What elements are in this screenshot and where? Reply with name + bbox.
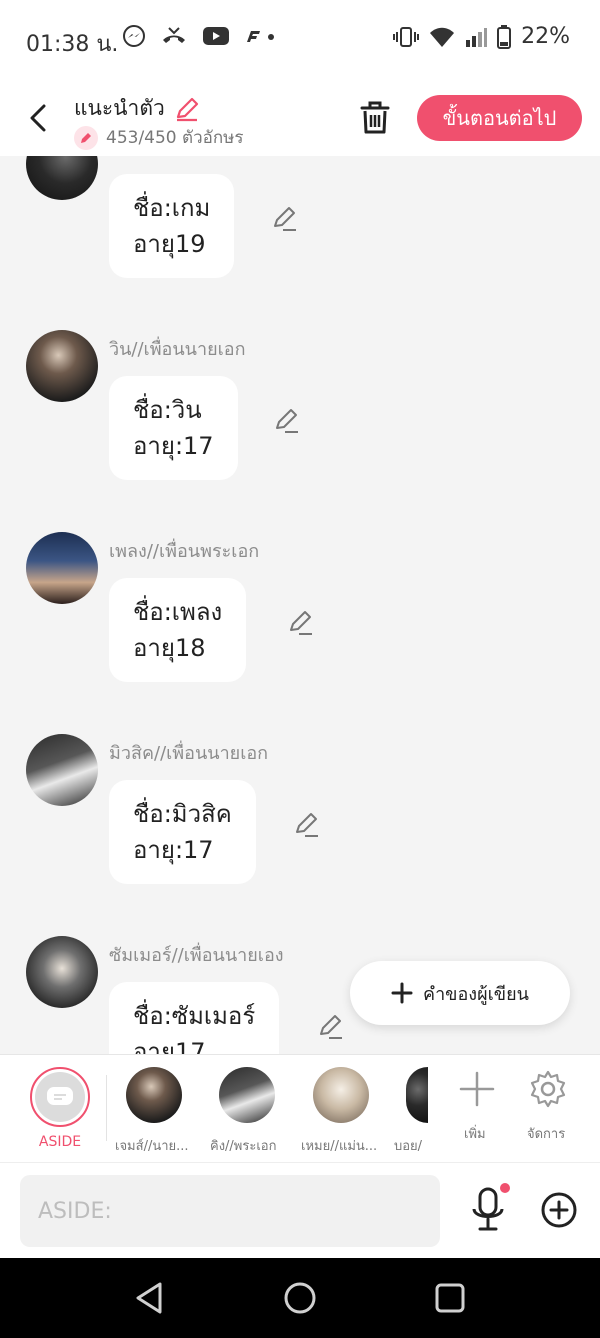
message-bubble[interactable]: ชื่อ:เพลง อายุ18	[109, 578, 247, 682]
page-title-text: แนะนำตัว	[74, 96, 165, 120]
character-avatar[interactable]	[313, 1067, 369, 1123]
message-name-line: ชื่อ:มิวสิค	[133, 800, 232, 828]
youtube-icon	[203, 27, 229, 45]
signal-icon	[466, 27, 488, 47]
notification-dot	[500, 1183, 510, 1193]
avatar[interactable]	[26, 156, 98, 200]
chat-bubble-icon	[47, 1087, 73, 1105]
trash-icon[interactable]	[356, 98, 394, 138]
edit-pencil-icon[interactable]	[316, 1012, 346, 1042]
add-circle-icon[interactable]	[540, 1191, 578, 1229]
edit-title-icon[interactable]	[173, 95, 201, 123]
edit-pencil-icon[interactable]	[272, 406, 302, 436]
counter-text: 453/450 ตัวอักษร	[106, 128, 244, 148]
wifi-icon	[430, 27, 455, 47]
page-title: แนะนำตัว	[74, 92, 201, 125]
editor-header: แนะนำตัว 453/450 ตัวอักษร ขั้นตอนต่อไป	[0, 80, 600, 156]
character-avatar[interactable]	[219, 1067, 275, 1123]
add-character-icon[interactable]	[457, 1069, 497, 1109]
message-name-line: ชื่อ:ซัมเมอร์	[133, 1002, 256, 1030]
message-feed[interactable]: ชื่อ:เกม อายุ19 วิน//เพื่อนนายเอก ชื่อ:ว…	[0, 156, 600, 1054]
divider	[106, 1075, 107, 1141]
plus-icon	[391, 982, 413, 1004]
message-age-line: อายุ:17	[133, 432, 214, 460]
avatar[interactable]	[26, 330, 98, 402]
input-bar	[0, 1162, 600, 1258]
author-note-button[interactable]: คำของผู้เขียน	[350, 961, 570, 1025]
speaker-name: เพลง//เพื่อนพระเอก	[109, 541, 260, 562]
avatar[interactable]	[26, 936, 98, 1008]
manage-label[interactable]: จัดการ	[527, 1123, 565, 1144]
message-bubble[interactable]: ชื่อ:ซัมเมอร์ อายุ17	[109, 982, 280, 1054]
notification-icons	[122, 24, 278, 48]
nav-home-icon[interactable]	[282, 1280, 318, 1316]
character-avatar[interactable]	[126, 1067, 182, 1123]
message-name-line: ชื่อ:เกม	[133, 194, 211, 222]
message-age-line: อายุ17	[133, 1038, 206, 1054]
app-notification-icon	[247, 31, 274, 42]
system-nav-bar	[0, 1258, 600, 1338]
avatar[interactable]	[26, 532, 98, 604]
message-name-line: ชื่อ:วิน	[133, 396, 202, 424]
character-avatar[interactable]	[406, 1067, 428, 1123]
next-step-button[interactable]: ขั้นตอนต่อไป	[417, 95, 582, 141]
message-name-line: ชื่อ:เพลง	[133, 598, 223, 626]
message-age-line: อายุ19	[133, 230, 206, 258]
message-age-line: อายุ:17	[133, 836, 214, 864]
avatar[interactable]	[26, 734, 98, 806]
character-selector: ASIDE เจมส์//นาย... คิง//พระเอก เหมย//แม…	[0, 1054, 600, 1162]
status-time: 01:38 น.	[26, 32, 119, 57]
message-bubble[interactable]: ชื่อ:วิน อายุ:17	[109, 376, 238, 480]
settings-gear-icon[interactable]	[528, 1069, 568, 1109]
back-arrow-icon[interactable]	[20, 98, 56, 138]
message-input[interactable]	[20, 1175, 440, 1247]
story-editor-screen: 01:38 น. 22% แนะนำตัว 453/450 ตัวอักษร ข…	[0, 0, 600, 1338]
missed-call-icon	[163, 27, 185, 43]
character-label: เหมย//แม่น...	[301, 1139, 378, 1154]
status-bar: 01:38 น. 22%	[0, 0, 600, 80]
character-label: เจมส์//นาย...	[115, 1139, 189, 1154]
message-age-line: อายุ18	[133, 634, 206, 662]
speaker-name: ซัมเมอร์//เพื่อนนายเอง	[109, 945, 284, 966]
vibrate-icon	[393, 26, 420, 47]
microphone-icon[interactable]	[468, 1187, 508, 1233]
add-character-label[interactable]: เพิ่ม	[464, 1123, 486, 1144]
character-counter: 453/450 ตัวอักษร	[74, 124, 243, 151]
message-bubble[interactable]: ชื่อ:เกม อายุ19	[109, 174, 235, 278]
edit-pencil-icon[interactable]	[292, 810, 322, 840]
aside-label: ASIDE	[38, 1134, 82, 1150]
character-label: บอย/	[394, 1139, 423, 1154]
pencil-badge-icon	[74, 125, 98, 150]
speaker-name: วิน//เพื่อนนายเอก	[109, 339, 246, 360]
speaker-name: มิวสิค//เพื่อนนายเอก	[109, 743, 269, 764]
character-label: คิง//พระเอก	[210, 1139, 277, 1154]
author-note-label: คำของผู้เขียน	[423, 983, 529, 1005]
messenger-icon	[123, 25, 145, 47]
edit-pencil-icon[interactable]	[270, 204, 300, 234]
battery-percent: 22%	[521, 24, 570, 49]
message-bubble[interactable]: ชื่อ:มิวสิค อายุ:17	[109, 780, 256, 884]
nav-recents-icon[interactable]	[432, 1280, 468, 1316]
aside-selector[interactable]	[30, 1067, 90, 1127]
nav-back-icon[interactable]	[132, 1280, 168, 1316]
battery-icon	[497, 24, 512, 49]
edit-pencil-icon[interactable]	[286, 608, 316, 638]
system-status: 22%	[393, 24, 570, 49]
